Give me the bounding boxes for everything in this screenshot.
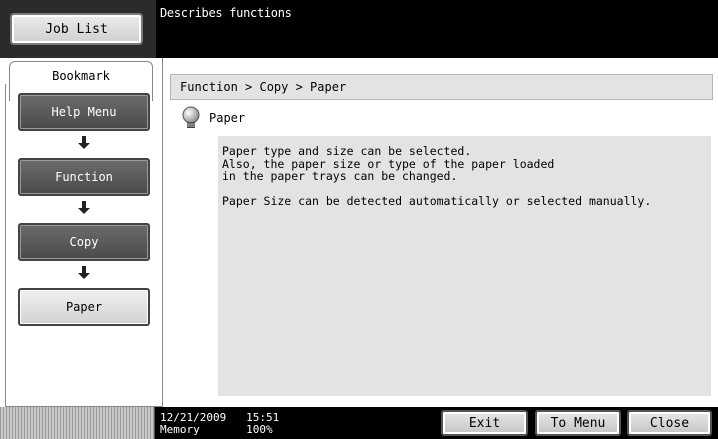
close-button[interactable]: Close (627, 410, 712, 436)
memory-text: Memory 100% (160, 423, 273, 436)
title-row: Paper (181, 106, 245, 130)
job-list-button[interactable]: Job List (10, 13, 143, 45)
bookmark-help-menu-button[interactable]: Help Menu (18, 93, 150, 131)
arrow-down-icon (78, 136, 90, 149)
bookmark-function-button[interactable]: Function (18, 158, 150, 196)
bottom-left-panel (0, 407, 155, 439)
bookmark-panel: Bookmark Help Menu Function Copy Paper (0, 58, 162, 407)
arrow-down-icon (78, 201, 90, 214)
to-menu-button[interactable]: To Menu (535, 410, 621, 436)
bookmark-copy-button[interactable]: Copy (18, 223, 150, 261)
description-line: Paper type and size can be selected. (222, 144, 472, 158)
arrow-down-icon (78, 266, 90, 279)
lightbulb-icon (182, 106, 200, 128)
breadcrumb: Function > Copy > Paper (170, 74, 713, 100)
bottom-bar: 12/21/2009 15:51 Memory 100% Exit To Men… (0, 407, 718, 439)
bookmark-paper-button[interactable]: Paper (18, 288, 150, 326)
page-title: Paper (209, 111, 246, 125)
description-box: Paper type and size can be selected. Als… (218, 136, 711, 396)
main-panel: Function > Copy > Paper Paper Paper type… (162, 58, 718, 407)
top-bar: Describes functions Job List (0, 0, 718, 58)
exit-button[interactable]: Exit (441, 410, 528, 436)
description-line: in the paper trays can be changed. (222, 169, 458, 183)
message-bar: Describes functions (156, 0, 718, 58)
status-area: 12/21/2009 15:51 Memory 100% (160, 412, 279, 436)
description-line: Paper Size can be detected automatically… (222, 193, 652, 208)
